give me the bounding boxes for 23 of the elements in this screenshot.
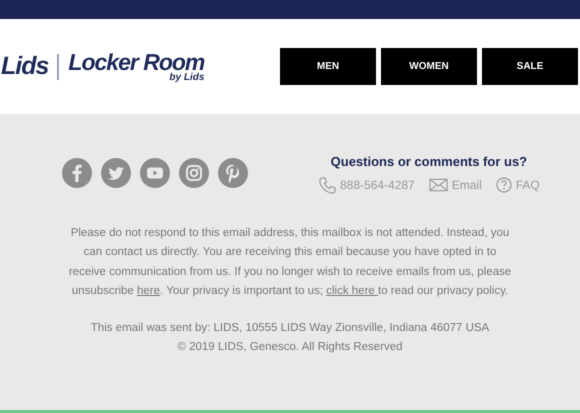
nav-button[interactable]: WOMEN <box>381 48 477 85</box>
youtube-icon[interactable] <box>140 158 170 188</box>
twitter-icon[interactable] <box>101 158 131 188</box>
phone-icon <box>318 176 336 194</box>
contact-link[interactable]: Email <box>452 176 482 194</box>
pinterest-icon[interactable] <box>218 158 248 188</box>
footer-text: © 2019 LIDS, Genesco. All Rights Reserved <box>176 340 404 355</box>
logo-name-text: Locker Room <box>68 50 204 74</box>
text-link[interactable]: here <box>137 285 160 297</box>
notice-paragraph: Please do not respond to this email address, this mailbox is not attended. Instead, you can contact us directly. You are receiving this email because you have opted in to receive communication from us. If you no longer wish to receive emails from us, please unsubscribe here. Your privacy is important to us; click here to read our privacy policy. <box>68 226 512 299</box>
question-icon <box>496 176 512 192</box>
contact-link[interactable]: 888-564-4287 <box>340 176 415 194</box>
footer-text: This email was sent by: LIDS, 10555 LIDS Way Zionsville, Indiana 46077 USA <box>90 320 490 336</box>
logo-byline-text: by Lids <box>169 72 204 82</box>
contact-link[interactable]: FAQ <box>516 176 540 194</box>
envelope-icon <box>428 178 448 192</box>
instagram-icon[interactable] <box>179 158 209 188</box>
nav-button[interactable]: MEN <box>280 48 376 85</box>
text-link[interactable]: click here <box>326 285 378 297</box>
facebook-icon[interactable] <box>62 158 92 188</box>
contact-heading: Questions or comments for us? <box>330 153 528 171</box>
nav-button[interactable]: SALE <box>482 48 578 85</box>
logo-brand-text: Lids <box>0 50 48 82</box>
